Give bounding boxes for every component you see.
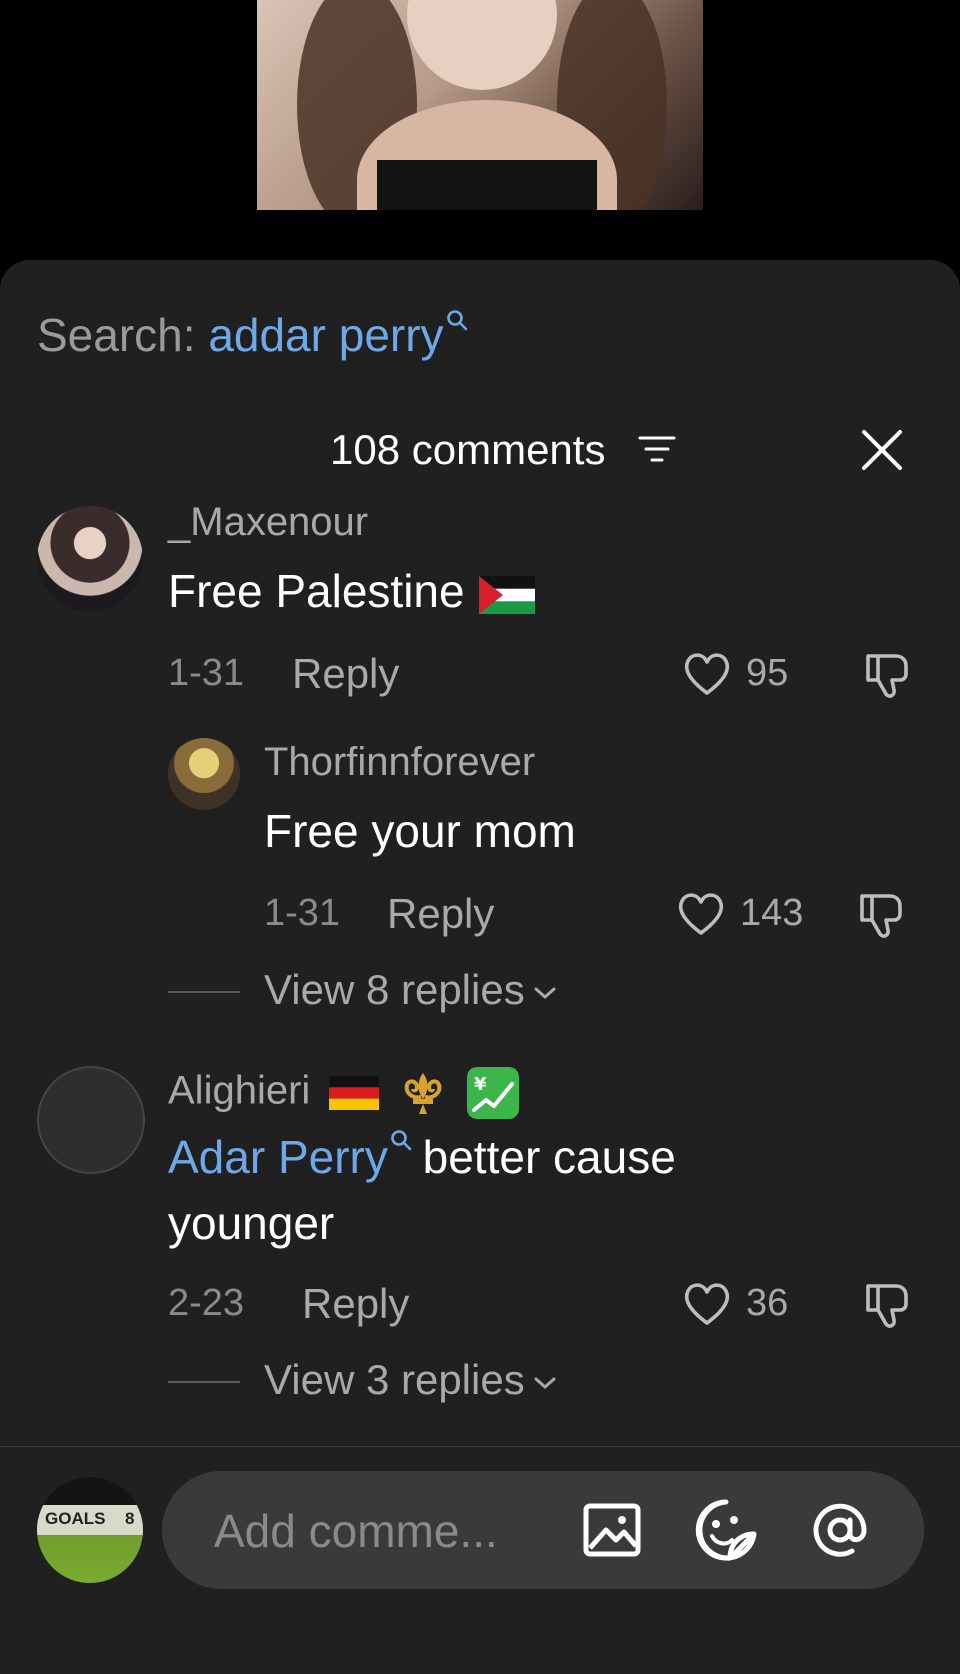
sort-filter-icon[interactable] [638,434,676,464]
comment-input-box[interactable] [162,1471,924,1589]
chart-yen-icon: ¥ [466,1067,519,1119]
search-icon [446,310,467,331]
avatar-badge: GOALS 8 [37,1505,143,1535]
video-area[interactable] [0,0,960,260]
comment-text-body: Free Palestine [168,565,465,617]
reply-button[interactable]: Reply [302,1280,409,1328]
view-replies-label: View 3 replies [264,1356,525,1403]
avatar[interactable] [37,506,143,612]
germany-flag-icon [329,1076,380,1110]
view-replies-divider [168,991,240,993]
video-thumbnail[interactable] [257,0,703,210]
avatar[interactable] [37,1066,145,1174]
comments-count: 108 comments [330,426,606,473]
comment-input[interactable] [212,1493,536,1569]
sticker-icon[interactable] [694,1498,758,1562]
view-replies-divider [168,1381,240,1383]
view-replies-button[interactable]: View 3 replies [264,1356,557,1404]
reply-button[interactable]: Reply [387,890,494,938]
like-count: 143 [740,892,804,934]
search-suggestion[interactable]: Search: addar perry [37,308,467,362]
my-avatar[interactable]: GOALS 8 [37,1477,143,1583]
search-query[interactable]: addar perry [208,309,443,361]
avatar-badge-right: 8 [125,1509,135,1528]
comment-text: Free Palestine [168,558,535,624]
mention-icon[interactable] [808,1498,872,1562]
chevron-down-icon [534,1377,556,1389]
like-count: 95 [746,652,789,694]
dislike-icon[interactable] [856,890,908,942]
comment-username[interactable]: Thorfinnforever [264,740,535,785]
comment-date: 1-31 [168,652,245,694]
comment-username-text: Alighieri [168,1068,311,1113]
comment-username[interactable]: Alighieri ¥ [168,1066,520,1120]
thumb-clothing [377,160,597,210]
search-prefix: Search: [37,309,209,361]
like-count: 36 [746,1282,789,1324]
reply-button[interactable]: Reply [292,650,399,698]
search-icon [391,1130,412,1151]
heart-icon[interactable] [682,651,732,697]
comments-header: 108 comments [0,420,960,480]
comment-text: Adar Perry better cause younger [168,1124,888,1256]
comment-username[interactable]: _Maxenour [168,500,368,545]
palestine-flag-icon [478,575,535,614]
dislike-icon[interactable] [862,1280,914,1332]
view-replies-label: View 8 replies [264,966,525,1013]
fleur-de-lis-icon [404,1073,441,1114]
comment-composer: GOALS 8 [0,1447,960,1674]
dislike-icon[interactable] [862,650,914,702]
comment-text: Free your mom [264,805,576,857]
comment-date: 2-23 [168,1282,245,1324]
heart-icon[interactable] [682,1281,732,1327]
view-replies-button[interactable]: View 8 replies [264,966,557,1014]
svg-text:¥: ¥ [474,1074,487,1095]
chevron-down-icon [534,987,556,999]
heart-icon[interactable] [676,891,726,937]
comment-text-body: younger [168,1197,335,1249]
close-icon[interactable] [860,428,904,472]
mention-link[interactable]: Adar Perry [168,1131,388,1183]
avatar-badge-left: GOALS [45,1509,106,1528]
comment-date: 1-31 [264,892,341,934]
comment-text-body: better cause [409,1131,676,1183]
image-icon[interactable] [580,1498,644,1562]
avatar[interactable] [168,738,240,810]
thumb-face [407,0,557,90]
